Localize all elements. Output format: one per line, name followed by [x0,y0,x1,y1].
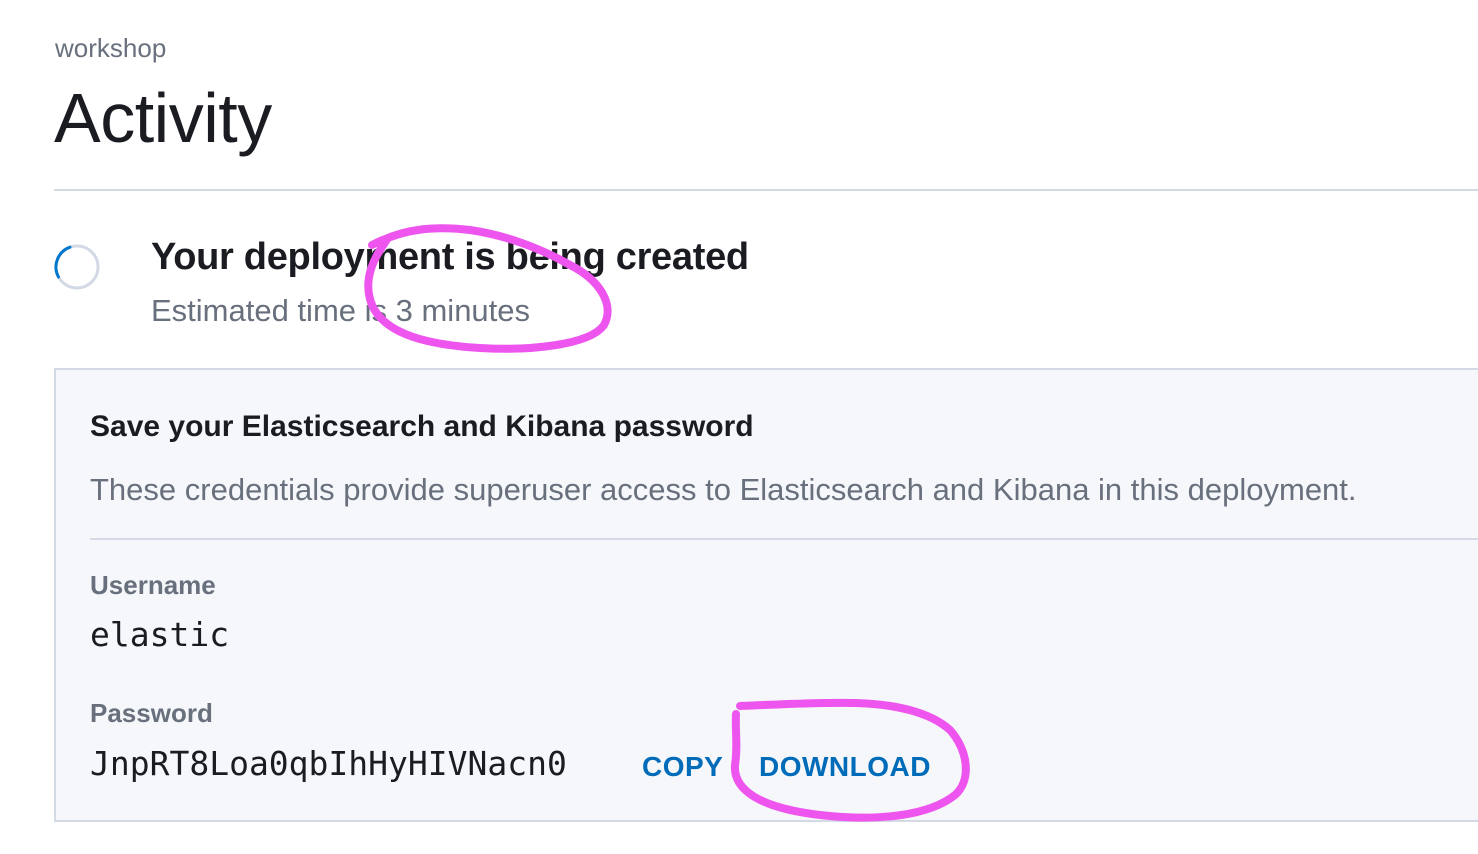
credentials-divider [90,538,1478,540]
page-title: Activity [54,79,272,157]
credentials-title: Save your Elasticsearch and Kibana passw… [90,410,754,443]
download-password-button[interactable]: DOWNLOAD [759,750,931,784]
title-divider [54,189,1478,191]
copy-password-button[interactable]: COPY [642,750,723,784]
breadcrumb[interactable]: workshop [55,30,166,66]
deployment-status-title: Your deployment is being created [151,236,749,278]
credentials-description: These credentials provide superuser acce… [90,472,1357,507]
credentials-panel: Save your Elasticsearch and Kibana passw… [54,368,1478,822]
password-label: Password [90,698,213,728]
loading-spinner-icon [54,244,100,290]
username-value[interactable]: elastic [90,615,229,655]
username-label: Username [90,570,216,600]
page: workshop Activity Your deployment is bei… [0,0,1478,854]
password-value[interactable]: JnpRT8Loa0qbIhHyHIVNacn0 [90,744,567,784]
deployment-estimated-time: Estimated time is 3 minutes [151,293,531,328]
